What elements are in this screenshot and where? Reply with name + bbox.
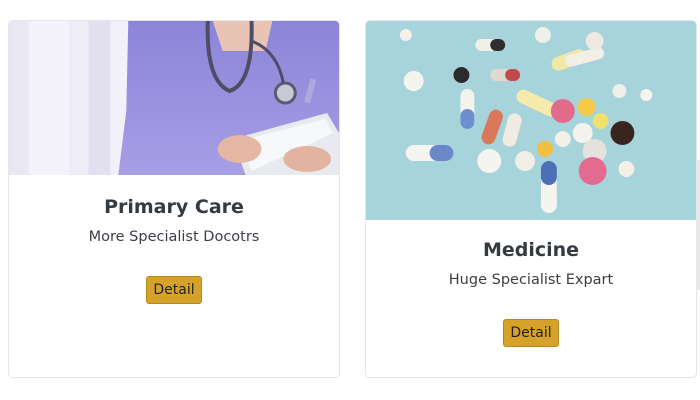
doctor-with-tablet-image	[9, 21, 339, 175]
detail-button[interactable]: Detail	[146, 276, 202, 304]
detail-button[interactable]: Detail	[503, 319, 559, 347]
pills-image	[366, 21, 696, 220]
card-title: Medicine	[482, 239, 580, 261]
card-title: Primary Care	[104, 196, 244, 218]
card-subtitle: Huge Specialist Expart	[448, 272, 614, 288]
card-body: Primary Care More Specialist Docotrs Det…	[9, 175, 339, 304]
card-subtitle: More Specialist Docotrs	[88, 229, 260, 245]
service-card-medicine: Medicine Huge Specialist Expart Detail	[365, 20, 697, 378]
services-section: Primary Care More Specialist Docotrs Det…	[0, 0, 700, 400]
card-body: Medicine Huge Specialist Expart Detail	[366, 220, 696, 347]
service-card-primary-care: Primary Care More Specialist Docotrs Det…	[8, 20, 340, 378]
